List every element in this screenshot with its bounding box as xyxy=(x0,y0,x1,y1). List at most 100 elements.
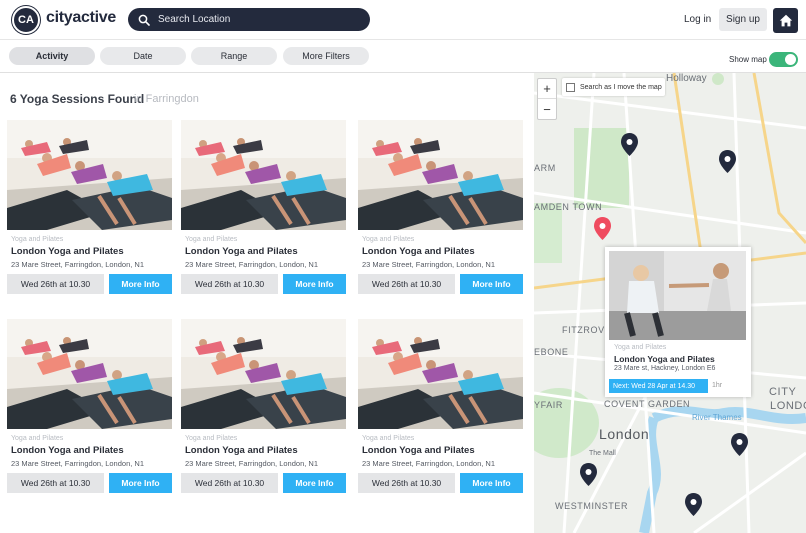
map-pin[interactable] xyxy=(719,150,736,173)
map-pin-selected[interactable] xyxy=(594,217,611,240)
map-pin[interactable] xyxy=(685,493,702,516)
session-name[interactable]: London Yoga and Pilates xyxy=(362,445,523,456)
filter-range[interactable]: Range xyxy=(191,47,277,65)
map-label-yfair: YFAIR xyxy=(534,400,564,410)
card-actions: Wed 26th at 10.30 More Info xyxy=(358,274,523,294)
logo-wordmark[interactable]: cityactive xyxy=(46,9,116,27)
session-name[interactable]: London Yoga and Pilates xyxy=(11,246,172,257)
map-label-arm: ARM xyxy=(534,163,556,173)
map-label-ebone: EBONE xyxy=(534,347,569,357)
show-map-label: Show map xyxy=(729,55,767,64)
session-name[interactable]: London Yoga and Pilates xyxy=(185,445,346,456)
session-address: 23 Mare Street, Farringdon, London, N1 xyxy=(185,260,318,269)
popup-category: Yoga and Pilates xyxy=(614,344,667,351)
session-category: Yoga and Pilates xyxy=(185,435,238,442)
session-photo[interactable] xyxy=(7,120,172,230)
session-photo[interactable] xyxy=(358,120,523,230)
session-card[interactable]: Yoga and Pilates London Yoga and Pilates… xyxy=(7,319,172,493)
map-session-popup[interactable]: Yoga and Pilates London Yoga and Pilates… xyxy=(605,247,751,397)
session-photo xyxy=(609,251,746,340)
session-card[interactable]: Yoga and Pilates London Yoga and Pilates… xyxy=(358,120,523,294)
map-label-fitzrovia: FITZROV xyxy=(562,325,605,335)
map-label-westminster: WESTMINSTER xyxy=(555,501,629,511)
search-location-input[interactable] xyxy=(158,14,358,25)
location-search-bar[interactable] xyxy=(128,8,370,31)
zoom-out-button[interactable]: − xyxy=(538,99,556,119)
session-photo[interactable] xyxy=(181,319,346,429)
filter-more[interactable]: More Filters xyxy=(283,47,369,65)
session-address: 23 Mare Street, Farringdon, London, N1 xyxy=(362,260,495,269)
home-button[interactable] xyxy=(773,8,798,33)
more-info-button[interactable]: More Info xyxy=(460,274,523,294)
search-as-move-control[interactable]: Search as I move the map xyxy=(562,78,665,96)
session-photo[interactable] xyxy=(7,319,172,429)
park-area xyxy=(712,73,724,85)
more-info-button[interactable]: More Info xyxy=(460,473,523,493)
session-date: Wed 26th at 10.30 xyxy=(7,473,104,493)
park-area xyxy=(534,203,562,263)
session-card[interactable]: Yoga and Pilates London Yoga and Pilates… xyxy=(181,319,346,493)
session-category: Yoga and Pilates xyxy=(11,236,64,243)
login-link[interactable]: Log in xyxy=(684,14,711,25)
park-area xyxy=(574,128,629,208)
session-category: Yoga and Pilates xyxy=(362,236,415,243)
session-card[interactable]: Yoga and Pilates London Yoga and Pilates… xyxy=(7,120,172,294)
session-address: 23 Mare Street, Farringdon, London, N1 xyxy=(11,459,144,468)
popup-address: 23 Mare st, Hackney, London E6 xyxy=(614,365,716,372)
session-category: Yoga and Pilates xyxy=(185,236,238,243)
search-as-move-checkbox[interactable] xyxy=(566,82,575,92)
map-zoom-controls: + − xyxy=(537,78,557,120)
filter-activity[interactable]: Activity xyxy=(9,47,95,65)
card-actions: Wed 26th at 10.30 More Info xyxy=(181,274,346,294)
logo-badge[interactable]: CA xyxy=(12,6,40,34)
session-card[interactable]: Yoga and Pilates London Yoga and Pilates… xyxy=(181,120,346,294)
session-photo[interactable] xyxy=(181,120,346,230)
results-count-title: 6 Yoga Sessions Found xyxy=(10,92,145,106)
card-actions: Wed 26th at 10.30 More Info xyxy=(7,473,172,493)
home-icon xyxy=(779,14,792,27)
more-info-button[interactable]: More Info xyxy=(283,274,346,294)
map-label-camden: AMDEN TOWN xyxy=(534,202,603,212)
more-info-button[interactable]: More Info xyxy=(109,274,172,294)
session-photo[interactable] xyxy=(358,319,523,429)
signup-button[interactable]: Sign up xyxy=(719,8,767,31)
filter-bar: Activity Date Range More Filters Show ma… xyxy=(0,40,806,73)
session-date: Wed 26th at 10.30 xyxy=(7,274,104,294)
popup-duration: 1hr xyxy=(712,382,723,389)
map-label-covent-garden: COVENT GARDEN xyxy=(604,399,691,409)
session-address: 23 Mare Street, Farringdon, London, N1 xyxy=(11,260,144,269)
map-label-the-mall: The Mall xyxy=(589,450,616,457)
show-map-toggle[interactable] xyxy=(769,52,798,67)
session-address: 23 Mare Street, Farringdon, London, N1 xyxy=(362,459,495,468)
card-actions: Wed 26th at 10.30 More Info xyxy=(358,473,523,493)
filter-date[interactable]: Date xyxy=(100,47,186,65)
session-card[interactable]: Yoga and Pilates London Yoga and Pilates… xyxy=(358,319,523,493)
session-address: 23 Mare Street, Farringdon, London, N1 xyxy=(185,459,318,468)
session-name[interactable]: London Yoga and Pilates xyxy=(185,246,346,257)
map-label-city-london: LONDO xyxy=(770,400,806,412)
session-name[interactable]: London Yoga and Pilates xyxy=(11,445,172,456)
map-label-river: River Thames xyxy=(692,413,742,422)
session-date: Wed 26th at 10.30 xyxy=(358,274,455,294)
card-actions: Wed 26th at 10.30 More Info xyxy=(7,274,172,294)
zoom-in-button[interactable]: + xyxy=(538,79,556,99)
search-as-move-label: Search as I move the map xyxy=(580,83,662,91)
popup-session-name[interactable]: London Yoga and Pilates xyxy=(614,354,715,364)
more-info-button[interactable]: More Info xyxy=(109,473,172,493)
map-label-london: London xyxy=(599,426,650,442)
top-navigation: CA cityactive Log in Sign up xyxy=(0,0,806,40)
results-location: in Farringdon xyxy=(134,93,199,105)
map-pin[interactable] xyxy=(580,463,597,486)
session-category: Yoga and Pilates xyxy=(362,435,415,442)
session-date: Wed 26th at 10.30 xyxy=(181,274,278,294)
map-label-city: CITY xyxy=(769,386,797,398)
session-date: Wed 26th at 10.30 xyxy=(181,473,278,493)
popup-next-session-badge[interactable]: Next: Wed 28 Apr at 14.30 xyxy=(609,379,708,393)
session-name[interactable]: London Yoga and Pilates xyxy=(362,246,523,257)
session-category: Yoga and Pilates xyxy=(11,435,64,442)
card-actions: Wed 26th at 10.30 More Info xyxy=(181,473,346,493)
search-icon xyxy=(138,14,150,26)
session-date: Wed 26th at 10.30 xyxy=(358,473,455,493)
more-info-button[interactable]: More Info xyxy=(283,473,346,493)
map-label-holloway: Holloway xyxy=(666,73,707,84)
